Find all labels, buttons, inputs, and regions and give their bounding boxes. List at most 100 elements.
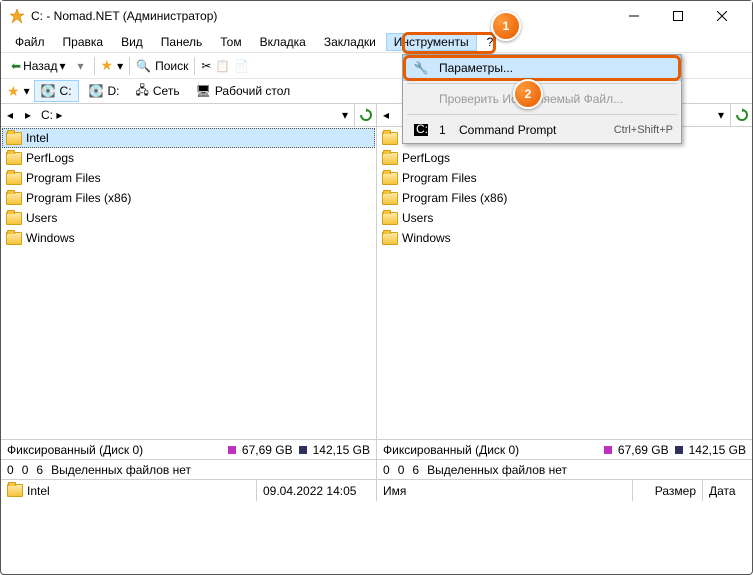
bc-prev-icon[interactable]: ◂ xyxy=(1,104,19,126)
folder-icon xyxy=(6,152,22,165)
menu-view[interactable]: Вид xyxy=(113,33,151,51)
right-panel: ◂ ▾ Intel PerfLogs Program Files Program… xyxy=(377,103,752,501)
total-color-icon xyxy=(299,446,307,454)
cmd-shortcut: Ctrl+Shift+P xyxy=(614,124,673,136)
list-item[interactable]: Intel xyxy=(2,128,375,148)
folder-icon xyxy=(6,172,22,185)
total-size: 142,15 GB xyxy=(313,443,370,457)
drive-tab-c[interactable]: 💽 C: xyxy=(34,80,79,102)
minimize-button[interactable] xyxy=(612,2,656,30)
used-color-icon xyxy=(604,446,612,454)
folder-icon xyxy=(382,192,398,205)
menu-file[interactable]: Файл xyxy=(7,33,53,51)
right-status: Фиксированный (Диск 0) 67,69 GB 142,15 G… xyxy=(377,439,752,459)
callout-badge-2: 2 xyxy=(513,79,543,109)
favorites-icon[interactable]: ★ xyxy=(101,57,114,74)
total-size: 142,15 GB xyxy=(689,443,746,457)
footer-name-header[interactable]: Имя xyxy=(377,480,632,501)
bc-prev-icon[interactable]: ◂ xyxy=(377,104,395,126)
panels: ◂ ▸ C: ▸ ▾ Intel PerfLogs Program Files … xyxy=(1,103,752,501)
sel-n2: 0 xyxy=(398,463,405,477)
sel-n1: 0 xyxy=(7,463,14,477)
footer-name-col: Intel xyxy=(1,480,256,501)
drive-icon: 💽 xyxy=(89,84,104,98)
paste-icon[interactable]: 📄 xyxy=(234,59,249,73)
tab-star-icon[interactable]: ★ xyxy=(7,83,20,100)
tab-star-dropdown[interactable]: ▾ xyxy=(24,84,30,98)
folder-icon xyxy=(7,484,23,497)
menu-volume[interactable]: Том xyxy=(212,33,249,51)
forward-button[interactable]: ▾ xyxy=(73,55,87,77)
list-item[interactable]: Users xyxy=(378,208,751,228)
maximize-button[interactable] xyxy=(656,2,700,30)
search-icon[interactable]: 🔍 xyxy=(136,59,151,73)
close-button[interactable] xyxy=(700,2,744,30)
sel-text: Выделенных файлов нет xyxy=(427,463,567,477)
copy-icon[interactable]: 📋 xyxy=(215,59,230,73)
folder-icon xyxy=(382,152,398,165)
window-controls xyxy=(612,2,744,30)
file-name: Program Files xyxy=(402,171,477,185)
menu-edit[interactable]: Правка xyxy=(55,33,112,51)
list-item[interactable]: Program Files xyxy=(2,168,375,188)
right-file-list[interactable]: Intel PerfLogs Program Files Program Fil… xyxy=(377,127,752,439)
sel-n3: 6 xyxy=(412,463,419,477)
left-selection-info: 0 0 6 Выделенных файлов нет xyxy=(1,459,376,479)
file-name: Program Files (x86) xyxy=(402,191,507,205)
sel-n2: 0 xyxy=(22,463,29,477)
cut-icon[interactable]: ✂ xyxy=(201,59,211,73)
list-item[interactable]: Program Files (x86) xyxy=(378,188,751,208)
list-item[interactable]: PerfLogs xyxy=(2,148,375,168)
file-name: Intel xyxy=(26,131,49,145)
drive-tab-network[interactable]: 🖧 Сеть xyxy=(130,80,186,102)
sel-n3: 6 xyxy=(36,463,43,477)
terminal-icon: C:\ xyxy=(411,124,431,136)
menu-panel[interactable]: Панель xyxy=(153,33,210,51)
list-item[interactable]: Windows xyxy=(378,228,751,248)
left-panel: ◂ ▸ C: ▸ ▾ Intel PerfLogs Program Files … xyxy=(1,103,377,501)
folder-icon xyxy=(6,192,22,205)
bc-next-icon[interactable]: ▸ xyxy=(19,104,37,126)
dropdown-options[interactable]: 🔧 Параметры... xyxy=(403,55,681,81)
list-item[interactable]: Users xyxy=(2,208,375,228)
menubar: Файл Правка Вид Панель Том Вкладка Закла… xyxy=(1,31,752,53)
list-item[interactable]: PerfLogs xyxy=(378,148,751,168)
back-button[interactable]: ⬅ Назад ▾ xyxy=(7,55,69,77)
folder-icon xyxy=(6,212,22,225)
left-breadcrumb: ◂ ▸ C: ▸ ▾ xyxy=(1,103,376,127)
file-name: Program Files (x86) xyxy=(26,191,131,205)
drive-tab-d[interactable]: 💽 D: xyxy=(83,80,126,102)
file-name: Users xyxy=(402,211,433,225)
footer-date-header[interactable]: Дата xyxy=(702,480,752,501)
bc-dropdown-icon[interactable]: ▾ xyxy=(712,108,730,122)
list-item[interactable]: Program Files (x86) xyxy=(2,188,375,208)
left-status: Фиксированный (Диск 0) 67,69 GB 142,15 G… xyxy=(1,439,376,459)
callout-badge-1: 1 xyxy=(491,11,521,41)
refresh-button[interactable] xyxy=(354,104,376,126)
dropdown-cmd[interactable]: C:\ 1 Command Prompt Ctrl+Shift+P xyxy=(403,117,681,143)
bc-dropdown-icon[interactable]: ▾ xyxy=(336,108,354,122)
drive-tab-desktop[interactable]: 🖥 Рабочий стол xyxy=(190,80,297,102)
list-item[interactable]: Windows xyxy=(2,228,375,248)
favorites-dropdown-icon[interactable]: ▾ xyxy=(117,59,123,73)
drive-c-label: C: xyxy=(60,84,72,98)
menu-bookmarks[interactable]: Закладки xyxy=(316,33,384,51)
back-arrow-icon: ⬅ xyxy=(11,59,21,73)
refresh-button[interactable] xyxy=(730,104,752,126)
desktop-icon: 🖥 xyxy=(196,84,211,98)
dropdown-check-label: Проверить Исполняемый Файл... xyxy=(439,92,673,106)
bc-path[interactable]: C: ▸ xyxy=(37,108,336,122)
used-size: 67,69 GB xyxy=(618,443,669,457)
search-label: Поиск xyxy=(155,59,188,73)
network-label: Сеть xyxy=(153,84,180,98)
menu-tab[interactable]: Вкладка xyxy=(252,33,314,51)
separator xyxy=(129,57,130,75)
menu-tools[interactable]: Инструменты xyxy=(386,33,477,51)
app-icon xyxy=(9,8,25,24)
sel-n1: 0 xyxy=(383,463,390,477)
left-file-list[interactable]: Intel PerfLogs Program Files Program Fil… xyxy=(1,127,376,439)
right-selection-info: 0 0 6 Выделенных файлов нет xyxy=(377,459,752,479)
footer-size-header[interactable]: Размер xyxy=(632,480,702,501)
disk-label: Фиксированный (Диск 0) xyxy=(7,443,143,457)
list-item[interactable]: Program Files xyxy=(378,168,751,188)
